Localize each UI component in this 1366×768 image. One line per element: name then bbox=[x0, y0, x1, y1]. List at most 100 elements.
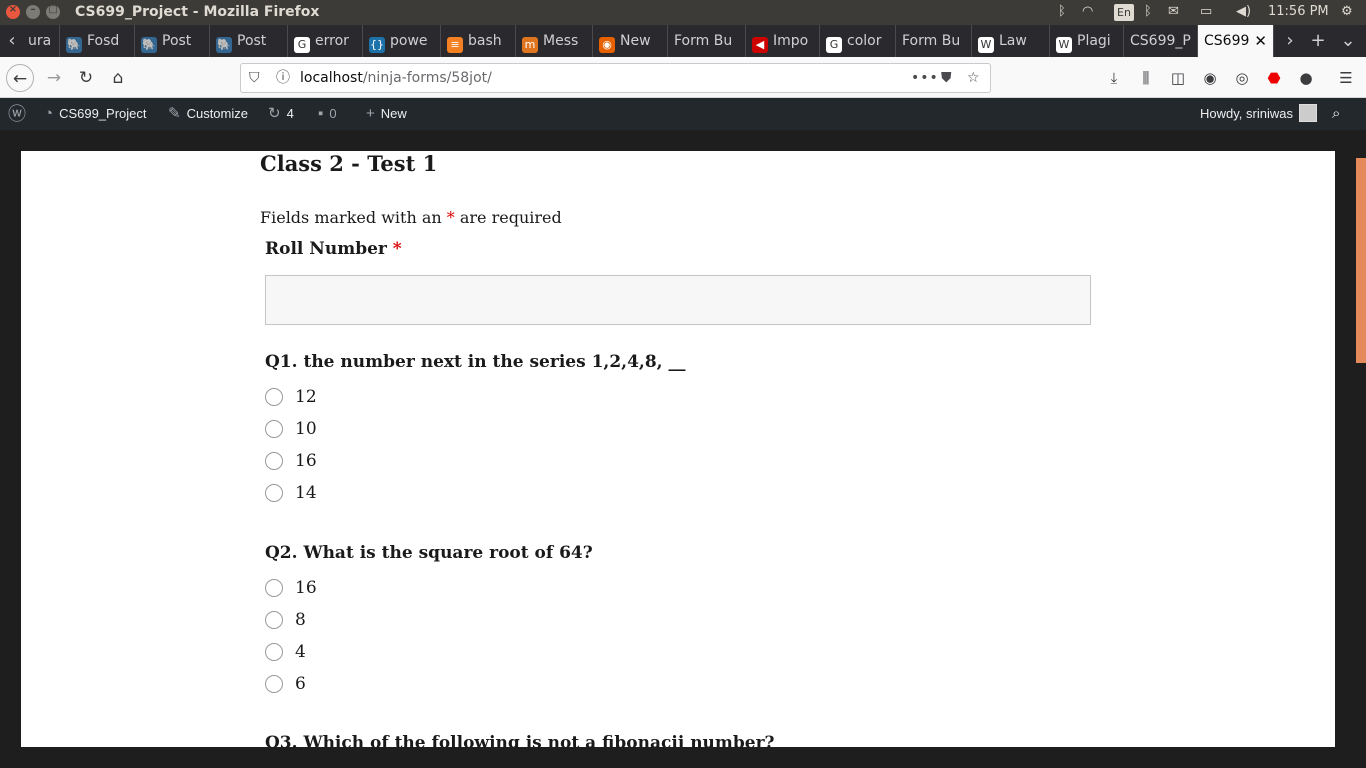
browser-tab[interactable]: 🐘 Post bbox=[210, 25, 288, 57]
updates-icon: ↻ bbox=[268, 105, 281, 122]
browser-tab[interactable]: ura bbox=[22, 25, 60, 57]
required-star: * bbox=[446, 208, 455, 227]
wifi-icon[interactable]: ◠ bbox=[1082, 4, 1093, 19]
required-note-text-end: are required bbox=[459, 208, 562, 227]
postgres-icon: 🐘 bbox=[216, 37, 232, 53]
wp-customize-link[interactable]: ✎ Customize bbox=[168, 98, 248, 130]
browser-tab[interactable]: ≡ bash bbox=[441, 25, 516, 57]
tab-label: ura bbox=[28, 33, 52, 49]
wp-site-name: CS699_Project bbox=[59, 106, 147, 121]
radio-button[interactable] bbox=[265, 579, 283, 597]
settings-gear-icon[interactable]: ⚙ bbox=[1341, 4, 1353, 19]
radio-button[interactable] bbox=[265, 611, 283, 629]
page-actions-icon[interactable]: ••• bbox=[911, 64, 939, 92]
clock[interactable]: 11:56 PM bbox=[1268, 4, 1329, 19]
option-label: 6 bbox=[295, 674, 306, 694]
tab-active[interactable]: CS699 ✕ bbox=[1198, 25, 1274, 57]
pocket-icon[interactable]: ⛊ bbox=[941, 64, 952, 92]
browser-tab[interactable]: Form Bu bbox=[668, 25, 746, 57]
wikipedia-icon: W bbox=[1056, 37, 1072, 53]
radio-button[interactable] bbox=[265, 420, 283, 438]
new-tab-button[interactable]: + bbox=[1306, 25, 1330, 57]
adblock-extension-icon[interactable]: ⬣ bbox=[1262, 64, 1286, 92]
stackoverflow-icon: ≡ bbox=[447, 37, 463, 53]
close-tab-icon[interactable]: ✕ bbox=[1254, 25, 1267, 57]
wp-updates-link[interactable]: ↻ 4 bbox=[268, 98, 294, 130]
q1-question: Q1. the number next in the series 1,2,4,… bbox=[265, 352, 686, 372]
radio-button[interactable] bbox=[265, 452, 283, 470]
url-host: localhost bbox=[300, 70, 363, 86]
home-button[interactable]: ⌂ bbox=[104, 64, 132, 92]
bluetooth-icon[interactable]: ᛒ bbox=[1058, 4, 1066, 19]
postgres-icon: 🐘 bbox=[141, 37, 157, 53]
browser-tab[interactable]: W Plagi bbox=[1050, 25, 1124, 57]
browser-tab[interactable]: ◉ New bbox=[593, 25, 668, 57]
radio-button[interactable] bbox=[265, 675, 283, 693]
volume-icon[interactable]: ◀) bbox=[1236, 4, 1251, 19]
browser-tab[interactable]: m Mess bbox=[516, 25, 593, 57]
radio-button[interactable] bbox=[265, 388, 283, 406]
scrollbar-thumb[interactable] bbox=[1356, 158, 1366, 363]
back-button[interactable]: ← bbox=[6, 64, 34, 92]
wp-account-menu[interactable]: Howdy, sriniwas bbox=[1200, 98, 1317, 130]
forward-button[interactable]: → bbox=[40, 64, 68, 92]
library-icon[interactable]: ⫼ bbox=[1134, 64, 1158, 92]
page-title: Class 2 - Test 1 bbox=[260, 151, 438, 176]
comment-bubble-icon: ▪ bbox=[318, 105, 324, 122]
window-close-button[interactable]: × bbox=[6, 4, 20, 19]
plus-icon: + bbox=[366, 105, 375, 122]
tab-label: Post bbox=[237, 33, 267, 49]
browser-tab[interactable]: Gcolor bbox=[820, 25, 896, 57]
tab-label: powe bbox=[390, 33, 428, 49]
tab-label: error bbox=[315, 33, 349, 49]
account-icon[interactable]: ◉ bbox=[1198, 64, 1222, 92]
roll-number-label: Roll Number * bbox=[265, 239, 402, 259]
browser-tab[interactable]: Gerror bbox=[288, 25, 363, 57]
bookmark-star-icon[interactable]: ☆ bbox=[967, 64, 980, 92]
wp-comments-link[interactable]: ▪ 0 bbox=[318, 98, 337, 130]
tab-list-chevron-icon[interactable]: ⌄ bbox=[1336, 25, 1360, 57]
window-minimize-button[interactable]: – bbox=[26, 4, 40, 19]
option-label: 16 bbox=[295, 451, 317, 471]
site-info-icon[interactable]: ⓘ bbox=[276, 64, 290, 92]
wp-new-link[interactable]: + New bbox=[366, 98, 407, 130]
reload-button[interactable]: ↻ bbox=[72, 64, 100, 92]
url-bar[interactable]: ⛉ ⓘ localhost/ninja-forms/58jot/ ••• ⛊ ☆ bbox=[240, 63, 991, 93]
browser-tab[interactable]: W Law bbox=[972, 25, 1050, 57]
window-maximize-button[interactable]: □ bbox=[46, 4, 60, 19]
radio-button[interactable] bbox=[265, 643, 283, 661]
google-icon: G bbox=[294, 37, 310, 53]
battery-icon[interactable]: ▭ bbox=[1200, 4, 1212, 19]
browser-tab[interactable]: {} powe bbox=[363, 25, 441, 57]
browser-tab[interactable]: 🐘 Post bbox=[135, 25, 210, 57]
wikipedia-icon: W bbox=[978, 37, 994, 53]
mail-icon[interactable]: ✉ bbox=[1168, 4, 1179, 19]
extension-icon[interactable]: ◎ bbox=[1230, 64, 1254, 92]
option-label: 10 bbox=[295, 419, 317, 439]
tab-label: color bbox=[847, 33, 882, 49]
tab-label: Form Bu bbox=[674, 33, 733, 49]
wp-customize-label: Customize bbox=[186, 106, 248, 121]
tracking-shield-icon[interactable]: ⛉ bbox=[249, 64, 260, 92]
downloads-icon[interactable]: ⤓ bbox=[1102, 64, 1126, 92]
keyboard-language-indicator[interactable]: En bbox=[1114, 4, 1134, 21]
option-label: 12 bbox=[295, 387, 317, 407]
search-icon[interactable]: ⌕ bbox=[1332, 98, 1340, 130]
roll-number-input[interactable] bbox=[265, 275, 1091, 325]
q2-question: Q2. What is the square root of 64? bbox=[265, 543, 593, 563]
url-text[interactable]: localhost/ninja-forms/58jot/ bbox=[300, 64, 492, 92]
browser-tab[interactable]: 🐘 Fosd bbox=[60, 25, 135, 57]
option-label: 16 bbox=[295, 578, 317, 598]
browser-tab[interactable]: ◀ Impo bbox=[746, 25, 820, 57]
scroll-tabs-right-icon[interactable]: › bbox=[1278, 25, 1302, 57]
extension-icon[interactable]: ● bbox=[1294, 64, 1318, 92]
scroll-tabs-left-icon[interactable]: ‹ bbox=[0, 25, 24, 57]
radio-button[interactable] bbox=[265, 484, 283, 502]
bluetooth-icon[interactable]: ᛒ bbox=[1144, 4, 1152, 19]
browser-tab[interactable]: Form Bu bbox=[896, 25, 972, 57]
wordpress-logo-icon[interactable]: ⓦ bbox=[8, 98, 26, 130]
wp-site-name-link[interactable]: ◔ CS699_Project bbox=[44, 98, 147, 130]
sidebar-icon[interactable]: ◫ bbox=[1166, 64, 1190, 92]
menu-hamburger-icon[interactable]: ☰ bbox=[1334, 64, 1358, 92]
browser-tab[interactable]: CS699_P bbox=[1124, 25, 1198, 57]
